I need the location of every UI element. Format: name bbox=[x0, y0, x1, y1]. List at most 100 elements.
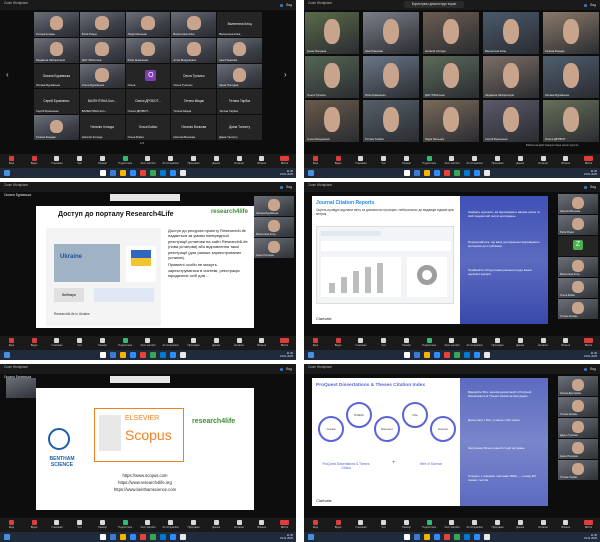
reactions-button[interactable]: Реакції bbox=[91, 520, 114, 529]
participant-tile[interactable]: Валентина Кліщ bbox=[171, 12, 217, 37]
participants-button[interactable]: Учасники bbox=[46, 338, 69, 347]
apps-button[interactable]: Програми bbox=[486, 520, 509, 529]
taskbar-app-icon[interactable] bbox=[424, 534, 430, 540]
participant-video[interactable]: Людмила Лабораторія bbox=[482, 55, 540, 99]
taskbar-app-icon[interactable] bbox=[404, 170, 410, 176]
taskbar-app-icon[interactable] bbox=[130, 534, 136, 540]
notes-button[interactable]: Нотатки bbox=[532, 520, 555, 529]
taskbar-app-icon[interactable] bbox=[140, 534, 146, 540]
participant-tile[interactable]: Людмила Лабораторія bbox=[34, 37, 79, 63]
taskbar-app-icon[interactable] bbox=[180, 352, 186, 358]
leave-button[interactable]: Вийти bbox=[577, 156, 600, 165]
apps-button[interactable]: Програми bbox=[486, 338, 509, 347]
participant-tile[interactable]: Ольга Бойко bbox=[558, 278, 598, 298]
notes-button[interactable]: Нотатки bbox=[532, 338, 555, 347]
participant-tile[interactable]: Діана Талпоту Діана Талпоту bbox=[217, 115, 262, 140]
taskbar-app-icon[interactable] bbox=[120, 534, 126, 540]
participant-tile[interactable]: Наталія Волкова Наталія Волкова bbox=[171, 115, 217, 140]
taskbar-app-icon[interactable] bbox=[424, 170, 430, 176]
share-toolbar[interactable] bbox=[110, 376, 170, 383]
taskbar-app-icon[interactable] bbox=[100, 352, 106, 358]
participant-video[interactable]: Ірина Погодіна bbox=[304, 11, 360, 55]
taskbar-app-icon[interactable] bbox=[474, 170, 480, 176]
ai-companion-button[interactable]: AI Companion bbox=[463, 338, 486, 347]
ai-companion-button[interactable]: AI Companion bbox=[159, 520, 182, 529]
apps-button[interactable]: Програми bbox=[182, 520, 205, 529]
host-tools-button[interactable]: Хост-засоби bbox=[137, 338, 160, 347]
participant-tile[interactable]: Валентина Кліщ Валентина Кліщ bbox=[217, 12, 262, 37]
participant-tile[interactable]: ВАЛЕНТИНА Кол... ВАЛЕНТИНА Кол... bbox=[79, 89, 125, 115]
next-page-icon[interactable]: › bbox=[284, 70, 290, 80]
share-button[interactable]: Поділитися bbox=[114, 338, 137, 347]
taskbar-app-icon[interactable] bbox=[100, 534, 106, 540]
participant-tile[interactable]: Тетяна Тарбаз Тетяна Тарбаз bbox=[217, 89, 262, 115]
participant-tile[interactable]: Валентина Кліщ bbox=[558, 257, 598, 277]
participant-video[interactable]: Сергій Бровченко bbox=[482, 99, 540, 143]
taskbar-app-icon[interactable] bbox=[434, 534, 440, 540]
taskbar-app-icon[interactable] bbox=[444, 534, 450, 540]
taskbar-app-icon[interactable] bbox=[170, 170, 176, 176]
more-button[interactable]: Більше bbox=[250, 156, 273, 165]
ai-companion-button[interactable]: AI Companion bbox=[159, 338, 182, 347]
participant-tile[interactable]: Юлія Рожук bbox=[79, 12, 125, 37]
mic-button[interactable]: Звук bbox=[0, 520, 23, 529]
host-tools-button[interactable]: Хост-засоби bbox=[441, 338, 464, 347]
taskbar-app-icon[interactable] bbox=[150, 170, 156, 176]
taskbar-app-icon[interactable] bbox=[474, 352, 480, 358]
taskbar-app-icon[interactable] bbox=[444, 170, 450, 176]
leave-button[interactable]: Вийти bbox=[577, 520, 600, 529]
participants-button[interactable]: Учасники bbox=[46, 156, 69, 165]
participant-tile[interactable]: Ольга Бурківська bbox=[79, 63, 125, 89]
chat-button[interactable]: Чат bbox=[68, 520, 91, 529]
taskbar-app-icon[interactable] bbox=[484, 534, 490, 540]
participants-button[interactable]: Учасники bbox=[350, 520, 373, 529]
research4life-link[interactable]: https://www.research4life.org bbox=[36, 479, 254, 486]
participant-video[interactable]: Інна Пашкова bbox=[362, 11, 420, 55]
notes-button[interactable]: Нотатки bbox=[228, 520, 251, 529]
share-button[interactable]: Поділитися bbox=[418, 156, 441, 165]
chat-button[interactable]: Чат bbox=[68, 338, 91, 347]
taskbar-app-icon[interactable] bbox=[414, 170, 420, 176]
prev-page-icon[interactable]: ‹ bbox=[6, 70, 12, 80]
start-icon[interactable] bbox=[4, 534, 10, 540]
bentham-link[interactable]: https://www.benthamscience.com bbox=[36, 486, 254, 493]
mic-button[interactable]: Звук bbox=[304, 338, 327, 347]
video-button[interactable]: Відео bbox=[23, 520, 46, 529]
notes-button[interactable]: Нотатки bbox=[228, 156, 251, 165]
reactions-button[interactable]: Реакції bbox=[91, 338, 114, 347]
host-tools-button[interactable]: Хост-засоби bbox=[441, 156, 464, 165]
taskbar-app-icon[interactable] bbox=[110, 534, 116, 540]
share-toolbar[interactable] bbox=[110, 194, 180, 201]
participants-button[interactable]: Учасники bbox=[350, 156, 373, 165]
view-button[interactable]: Вид bbox=[286, 367, 292, 371]
view-button[interactable]: Вид bbox=[590, 185, 596, 189]
taskbar-app-icon[interactable] bbox=[140, 352, 146, 358]
participant-tile[interactable]: Наталія Холода Наталія Холода bbox=[79, 115, 125, 140]
reactions-button[interactable]: Реакції bbox=[395, 338, 418, 347]
share-button[interactable]: Поділитися bbox=[418, 338, 441, 347]
participants-button[interactable]: Учасники bbox=[46, 520, 69, 529]
participant-tile[interactable]: Лидія Мельник bbox=[125, 12, 171, 37]
more-button[interactable]: Більше bbox=[554, 338, 577, 347]
share-button[interactable]: Поділитися bbox=[418, 520, 441, 529]
participant-tile[interactable]: Алла Мазуркевич bbox=[171, 37, 217, 63]
participant-tile[interactable]: Олена Дмитрієва bbox=[558, 376, 598, 396]
participant-video[interactable]: Валентина Кліщ bbox=[482, 11, 540, 55]
host-tools-button[interactable]: Хост-засоби bbox=[441, 520, 464, 529]
ai-companion-button[interactable]: AI Companion bbox=[159, 156, 182, 165]
chat-button[interactable]: Чат bbox=[372, 338, 395, 347]
taskbar-app-icon[interactable] bbox=[170, 352, 176, 358]
participant-tile[interactable]: Тетяна Копань bbox=[558, 299, 598, 319]
view-button[interactable]: Вид bbox=[590, 367, 596, 371]
participant-tile[interactable]: Ірина Погодіна bbox=[254, 238, 294, 258]
video-button[interactable]: Відео bbox=[327, 156, 350, 165]
leave-button[interactable]: Вийти bbox=[273, 338, 296, 347]
view-button[interactable]: Вид bbox=[286, 185, 292, 189]
taskbar-app-icon[interactable] bbox=[110, 352, 116, 358]
participant-video[interactable]: ДНУ бібліотека bbox=[422, 55, 480, 99]
participant-tile[interactable]: Ольга Тупилко Ольга Тупилко bbox=[171, 63, 217, 89]
mic-button[interactable]: Звук bbox=[0, 156, 23, 165]
taskbar-app-icon[interactable] bbox=[414, 534, 420, 540]
video-button[interactable]: Відео bbox=[23, 156, 46, 165]
view-button[interactable]: Вид bbox=[286, 3, 292, 7]
